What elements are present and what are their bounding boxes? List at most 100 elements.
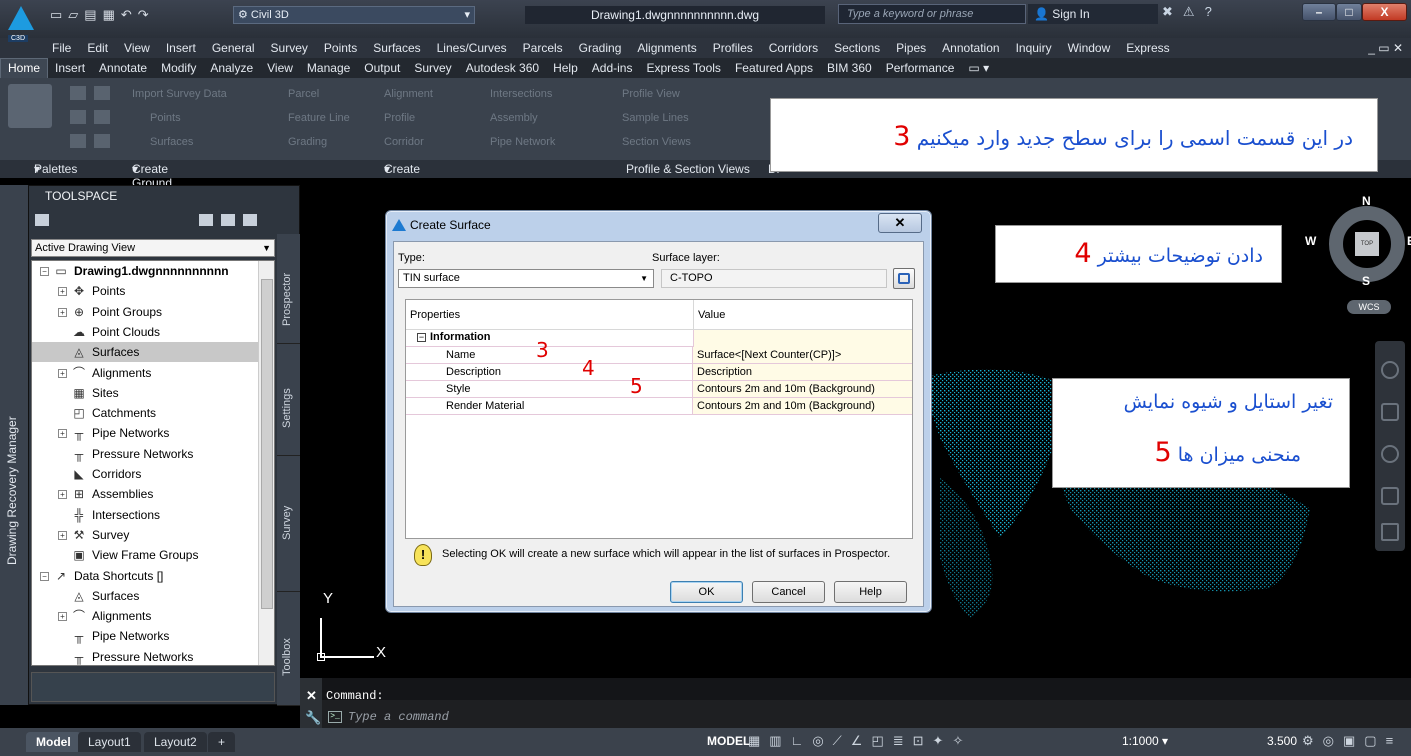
menu-points[interactable]: Points: [316, 41, 365, 55]
import-survey-data-button[interactable]: Import Survey Data: [132, 88, 227, 100]
drawing-recovery-manager-rail[interactable]: Drawing Recovery Manager: [0, 185, 28, 705]
tree-item[interactable]: + ✥ Points: [32, 281, 258, 301]
customize-icon[interactable]: 🔧: [305, 710, 321, 726]
expand-icon[interactable]: +: [58, 368, 67, 378]
property-row-render-material[interactable]: Render Material Contours 2m and 10m (Back…: [406, 398, 912, 415]
layout-tab-model[interactable]: Model: [26, 732, 81, 752]
search-input[interactable]: Type a keyword or phrase: [838, 4, 1026, 24]
menu-general[interactable]: General: [204, 41, 263, 55]
pipe-network-button[interactable]: Pipe Network: [490, 136, 555, 148]
tree-item[interactable]: − ▭ Drawing1.dwgnnnnnnnnnn: [32, 261, 258, 281]
corridor-button[interactable]: Corridor: [384, 136, 424, 148]
tree-item[interactable]: ▣ View Frame Groups: [32, 545, 258, 565]
tree-item[interactable]: + ⊕ Point Groups: [32, 302, 258, 322]
help-icon[interactable]: [243, 214, 257, 226]
expand-icon[interactable]: +: [58, 612, 67, 622]
tree-item[interactable]: ▦ Sites: [32, 383, 258, 403]
tab-analyze[interactable]: Analyze: [203, 61, 260, 75]
property-style-value[interactable]: Contours 2m and 10m (Background): [693, 381, 912, 398]
tree-item[interactable]: ╥ Pressure Networks: [32, 444, 258, 464]
annotation-autoscale-icon[interactable]: ✧: [952, 733, 963, 749]
tree-scrollbar[interactable]: [258, 261, 274, 665]
tab-help[interactable]: Help: [546, 61, 585, 75]
save-icon[interactable]: ▤: [84, 5, 96, 25]
scrollbar-thumb[interactable]: [261, 279, 273, 609]
create-ground-data-panel-title[interactable]: Create Ground Data ▾: [132, 162, 172, 204]
alignment-button[interactable]: Alignment: [384, 88, 433, 100]
menu-alignments[interactable]: Alignments: [629, 41, 704, 55]
menu-view[interactable]: View: [116, 41, 158, 55]
dialog-title-bar[interactable]: Create Surface: [386, 211, 931, 239]
tab-annotate[interactable]: Annotate: [92, 61, 154, 75]
expand-icon[interactable]: +: [58, 287, 67, 297]
menu-express[interactable]: Express: [1118, 41, 1177, 55]
tree-item[interactable]: ╥ Pipe Networks: [32, 626, 258, 646]
collapse-icon[interactable]: −: [40, 267, 49, 276]
tree-item[interactable]: + ⚒ Survey: [32, 525, 258, 545]
help-icon[interactable]: ?: [1205, 4, 1212, 20]
toolspace-options-icon[interactable]: [35, 214, 49, 226]
property-render-material-value[interactable]: Contours 2m and 10m (Background): [693, 398, 912, 415]
close-button[interactable]: X: [1362, 3, 1407, 21]
steering-wheel-icon[interactable]: [1381, 361, 1399, 379]
palettes-panel-title[interactable]: Palettes ▾: [34, 162, 77, 176]
tree-item[interactable]: + ⌒ Alignments: [32, 363, 258, 383]
intersections-button[interactable]: Intersections: [490, 88, 552, 100]
toolspace-title[interactable]: TOOLSPACE: [29, 186, 299, 206]
menu-parcels[interactable]: Parcels: [515, 41, 571, 55]
property-name-value[interactable]: Surface<[Next Counter(CP)]>: [693, 347, 912, 364]
ok-button[interactable]: OK: [670, 581, 743, 603]
sample-lines-button[interactable]: Sample Lines: [622, 112, 689, 124]
property-row-name[interactable]: Name Surface<[Next Counter(CP)]>: [406, 347, 912, 364]
showmotion-icon[interactable]: [1381, 523, 1399, 541]
tab-insert[interactable]: Insert: [48, 61, 92, 75]
object-track-icon[interactable]: ∠: [851, 733, 863, 749]
surfaces-button[interactable]: Surfaces: [150, 136, 193, 148]
help-button[interactable]: Help: [834, 581, 907, 603]
open-icon[interactable]: ▱: [68, 5, 78, 25]
close-command-line-icon[interactable]: ✕: [306, 688, 317, 704]
section-views-button[interactable]: Section Views: [622, 136, 691, 148]
pan-icon[interactable]: [1381, 403, 1399, 421]
ribbon-icon[interactable]: [94, 134, 110, 148]
ribbon-icon[interactable]: [94, 110, 110, 124]
annotation-scale-dropdown[interactable]: 1:1000 ▾: [1122, 734, 1168, 748]
parcel-button[interactable]: Parcel: [288, 88, 319, 100]
profile-section-views-panel-title[interactable]: Profile & Section Views: [626, 162, 750, 176]
profile-view-button[interactable]: Profile View: [622, 88, 680, 100]
layout-tab-layout2[interactable]: Layout2: [144, 732, 207, 752]
layer-select-button[interactable]: [893, 268, 915, 289]
menu-pipes[interactable]: Pipes: [888, 41, 934, 55]
tab-settings[interactable]: Settings: [277, 344, 301, 456]
tab-autodesk-360[interactable]: Autodesk 360: [459, 61, 546, 75]
collapse-icon[interactable]: −: [417, 333, 426, 342]
tab-bim-360[interactable]: BIM 360: [820, 61, 879, 75]
assembly-button[interactable]: Assembly: [490, 112, 538, 124]
tree-item[interactable]: + ⊞ Assemblies: [32, 484, 258, 504]
orbit-icon[interactable]: [1381, 487, 1399, 505]
menu-edit[interactable]: Edit: [79, 41, 116, 55]
tab-survey[interactable]: Survey: [277, 456, 301, 592]
tab-manage[interactable]: Manage: [300, 61, 357, 75]
feature-line-button[interactable]: Feature Line: [288, 112, 350, 124]
tab-featured-apps[interactable]: Featured Apps: [728, 61, 820, 75]
profile-button[interactable]: Profile: [384, 112, 415, 124]
menu-annotation[interactable]: Annotation: [934, 41, 1007, 55]
document-window-controls[interactable]: _ ▭ ✕: [1360, 41, 1411, 55]
points-button[interactable]: Points: [150, 112, 181, 124]
exchange-apps-icon[interactable]: ✖: [1162, 4, 1173, 20]
menu-insert[interactable]: Insert: [158, 41, 204, 55]
tab-home[interactable]: Home: [0, 58, 49, 78]
tab-output[interactable]: Output: [357, 61, 407, 75]
menu-survey[interactable]: Survey: [263, 41, 316, 55]
clean-screen-icon[interactable]: ▢: [1364, 733, 1376, 749]
expand-icon[interactable]: +: [58, 429, 67, 439]
dialog-close-button[interactable]: ✕: [878, 213, 922, 233]
customization-icon[interactable]: ≡: [1386, 733, 1394, 749]
menu-corridors[interactable]: Corridors: [761, 41, 826, 55]
annotation-visibility-icon[interactable]: ✦: [933, 733, 944, 749]
new-layout-button[interactable]: +: [208, 732, 236, 752]
menu-surfaces[interactable]: Surfaces: [365, 41, 428, 55]
isodraft-icon[interactable]: ⟋: [833, 733, 842, 749]
grid-icon[interactable]: ▦: [748, 733, 760, 749]
